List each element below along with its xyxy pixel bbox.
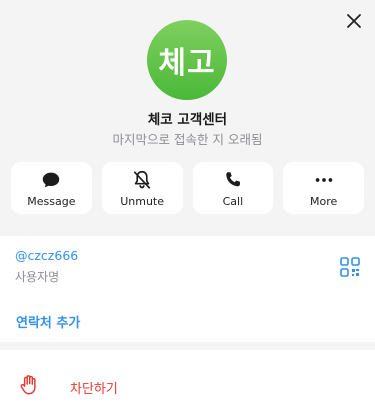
close-icon <box>347 14 361 28</box>
profile-name: 체코 고객센터 <box>147 112 228 128</box>
last-seen-status: 마지막으로 접속한 지 오래됨 <box>112 132 263 147</box>
avatar: 체고 <box>147 20 227 100</box>
unmute-label: Unmute <box>120 194 165 208</box>
unmute-button[interactable]: Unmute <box>101 162 183 214</box>
username-value[interactable]: @czcz666 <box>15 248 78 263</box>
phone-icon <box>226 171 240 186</box>
profile-info-section: @czcz666 사용자명 연락처 추가 <box>0 236 375 342</box>
message-icon <box>43 172 60 187</box>
message-label: Message <box>27 194 76 208</box>
call-button[interactable]: Call <box>192 162 274 214</box>
more-label: More <box>309 194 338 208</box>
bell-off-icon <box>133 170 151 189</box>
action-bar: Message Unmute Call More <box>11 162 364 214</box>
hand-stop-icon <box>20 375 36 395</box>
call-label: Call <box>222 194 244 208</box>
add-contact-button[interactable]: 연락처 추가 <box>16 312 80 331</box>
profile-header: 체고 체코 고객센터 마지막으로 접속한 지 오래됨 Message Unmut… <box>0 0 375 229</box>
message-button[interactable]: Message <box>11 162 92 214</box>
more-dots-icon <box>315 177 332 182</box>
block-user-button[interactable]: 차단하기 <box>0 350 375 411</box>
qr-code-icon[interactable] <box>339 256 361 278</box>
close-button[interactable] <box>342 9 366 33</box>
block-user-label: 차단하기 <box>70 382 118 397</box>
username-label: 사용자명 <box>15 270 60 284</box>
more-button[interactable]: More <box>283 162 364 214</box>
